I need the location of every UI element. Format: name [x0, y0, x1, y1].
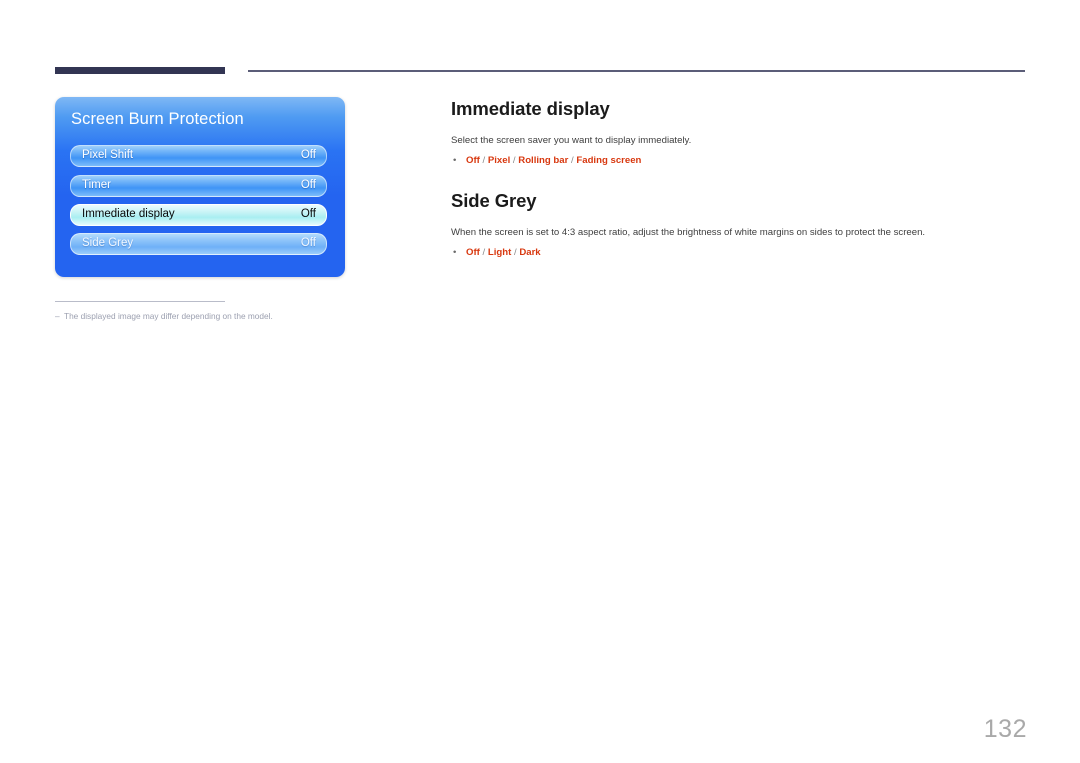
option-value: Off: [466, 155, 480, 167]
section-side-grey: Side Grey When the screen is set to 4:3 …: [451, 190, 1031, 260]
osd-row-value: Off: [300, 237, 316, 249]
main-content: Immediate display Select the screen save…: [451, 98, 1031, 260]
osd-row-timer[interactable]: Timer Off: [70, 175, 327, 197]
option-separator: /: [479, 155, 488, 167]
section-immediate-display: Immediate display Select the screen save…: [451, 98, 1031, 168]
osd-panel-title: Screen Burn Protection: [71, 110, 244, 128]
page-header-rules: [0, 0, 1080, 90]
osd-row-label: Timer: [82, 179, 111, 191]
section-description: Select the screen saver you want to disp…: [451, 135, 692, 146]
option-value: Rolling bar: [518, 155, 569, 167]
section-description: When the screen is set to 4:3 aspect rat…: [451, 226, 926, 238]
page-number: 132: [983, 715, 1027, 743]
option-value: Fading screen: [576, 155, 642, 167]
option-separator: /: [479, 247, 488, 259]
footnote-label: The displayed image may differ depending…: [64, 311, 273, 321]
option-list: Off / Light / Dark: [466, 247, 541, 258]
osd-row-value: Off: [300, 179, 316, 191]
footnote-divider: [55, 301, 225, 302]
section-options: • Off / Light / Dark: [451, 247, 1031, 259]
option-value: Pixel: [487, 155, 511, 167]
footnote-text: – The displayed image may differ dependin…: [55, 311, 355, 321]
osd-row-label: Pixel Shift: [82, 149, 134, 161]
option-value: Dark: [519, 247, 541, 259]
osd-row-pixel-shift[interactable]: Pixel Shift Off: [70, 145, 327, 167]
bullet-dot-icon: •: [453, 247, 457, 259]
bullet-dot-icon: •: [453, 155, 457, 167]
osd-row-label: Side Grey: [82, 237, 134, 249]
header-rule-thick: [55, 67, 225, 74]
osd-row-side-grey[interactable]: Side Grey Off: [70, 233, 327, 255]
option-list: Off / Pixel / Rolling bar / Fading scree…: [466, 155, 641, 166]
osd-row-value: Off: [300, 208, 316, 220]
section-heading: Immediate display: [451, 98, 610, 119]
osd-menu-panel: Screen Burn Protection Pixel Shift Off T…: [55, 97, 345, 277]
osd-row-value: Off: [300, 149, 316, 161]
option-value: Off: [466, 247, 480, 259]
header-rule-thin: [248, 70, 1025, 72]
section-options: • Off / Pixel / Rolling bar / Fading scr…: [451, 155, 1031, 167]
osd-row-immediate-display[interactable]: Immediate display Off: [70, 204, 327, 226]
option-value: Light: [487, 247, 512, 259]
section-heading: Side Grey: [451, 189, 537, 211]
osd-row-label: Immediate display: [82, 208, 175, 220]
footnote-dash: –: [55, 311, 60, 321]
